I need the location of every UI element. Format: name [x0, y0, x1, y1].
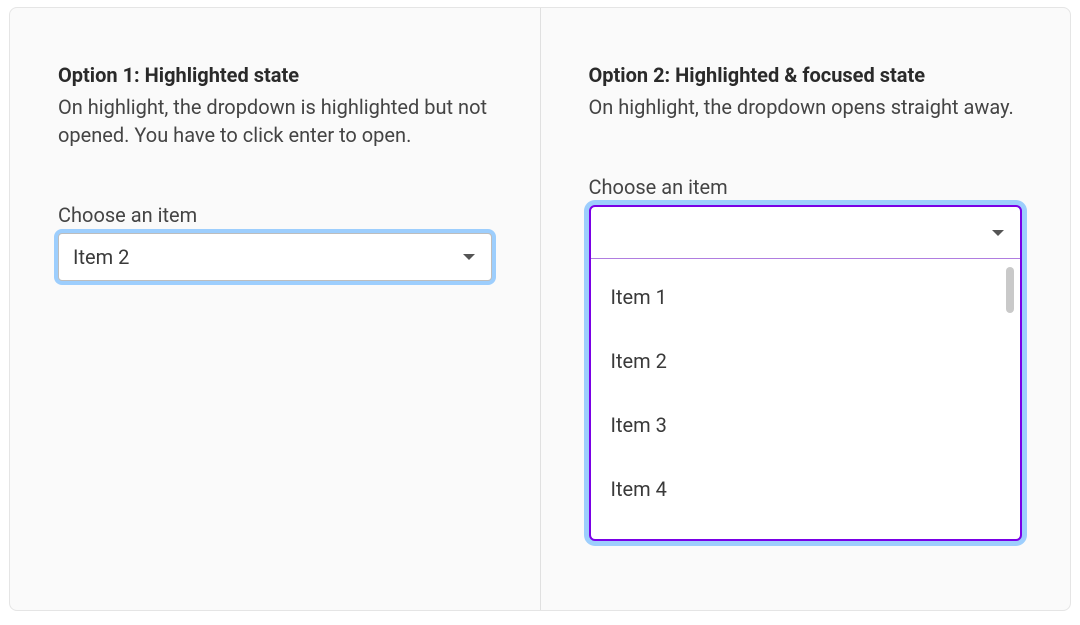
option-2-title: Option 2: Highlighted & focused state	[589, 62, 1023, 89]
demo-container: Option 1: Highlighted state On highlight…	[9, 7, 1071, 611]
dropdown-option[interactable]: Item 1	[591, 265, 1021, 329]
dropdown-option[interactable]: Item 2	[591, 329, 1021, 393]
scrollbar-thumb[interactable]	[1006, 267, 1014, 313]
dropdown-option[interactable]: Item 3	[591, 393, 1021, 457]
panel-option-1: Option 1: Highlighted state On highlight…	[10, 8, 541, 610]
dropdown-highlighted-control[interactable]: Item 2	[58, 233, 492, 281]
chevron-down-icon	[992, 230, 1004, 236]
option-1-description: On highlight, the dropdown is highlighte…	[58, 93, 492, 149]
dropdown-selected-value: Item 2	[73, 245, 129, 269]
dropdown-options-list: Item 1 Item 2 Item 3 Item 4	[591, 259, 1021, 539]
option-2-description: On highlight, the dropdown opens straigh…	[589, 93, 1023, 121]
dropdown-open-top[interactable]	[591, 207, 1021, 259]
dropdown-highlighted[interactable]: Item 2	[58, 233, 492, 281]
panel-option-2: Option 2: Highlighted & focused state On…	[541, 8, 1071, 610]
dropdown-option[interactable]: Item 4	[591, 457, 1021, 521]
dropdown-open[interactable]: Item 1 Item 2 Item 3 Item 4	[589, 205, 1023, 541]
chevron-down-icon	[463, 254, 475, 260]
select-label-2: Choose an item	[589, 175, 1023, 199]
dropdown-open-control[interactable]: Item 1 Item 2 Item 3 Item 4	[589, 205, 1023, 541]
select-label-1: Choose an item	[58, 203, 492, 227]
option-1-title: Option 1: Highlighted state	[58, 62, 492, 89]
